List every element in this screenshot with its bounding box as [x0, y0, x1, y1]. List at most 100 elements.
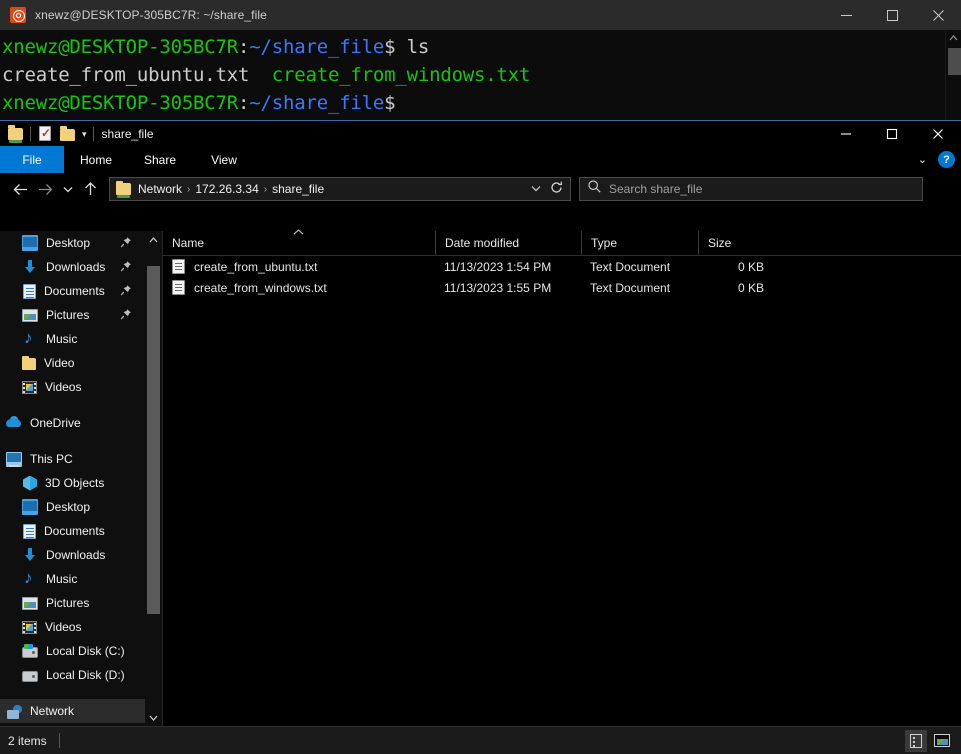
3d-objects-icon — [23, 475, 37, 491]
address-dropdown-chevron-icon[interactable] — [531, 183, 541, 195]
sidebar-item-pictures[interactable]: Pictures — [0, 591, 146, 615]
sidebar-scrollbar-track[interactable] — [145, 248, 162, 709]
sidebar-item-label: Music — [46, 332, 78, 346]
file-explorer-window: ▾ share_file FileHomeShareView ⌄ ? — [0, 120, 961, 754]
explorer-close-button[interactable] — [915, 121, 961, 146]
videos-icon — [22, 381, 37, 394]
column-header-type[interactable]: Type — [581, 231, 698, 255]
expand-ribbon-chevron-icon[interactable]: ⌄ — [918, 153, 927, 166]
explorer-maximize-button[interactable] — [869, 121, 915, 146]
sidebar-item-this-pc[interactable]: This PC — [0, 447, 146, 471]
sidebar-scroll-up-icon[interactable] — [145, 231, 162, 248]
terminal-output[interactable]: xnewz@DESKTOP-305BC7R:~/share_file$ ls cr… — [0, 30, 961, 120]
sidebar-item-videos[interactable]: Videos — [0, 375, 146, 399]
recent-locations-chevron-icon[interactable] — [58, 176, 78, 202]
table-row[interactable]: create_from_ubuntu.txt 11/13/2023 1:54 PM… — [163, 256, 961, 277]
back-button[interactable] — [8, 176, 33, 202]
sidebar-item-videos[interactable]: Videos — [0, 615, 146, 639]
sidebar-item-video[interactable]: Video — [0, 351, 146, 375]
terminal-scroll-thumb[interactable] — [948, 48, 961, 75]
large-icons-view-button[interactable] — [931, 730, 953, 752]
sidebar-item-downloads[interactable]: Downloads — [0, 255, 146, 279]
sidebar-item-local-disk-d[interactable]: Local Disk (D:) — [0, 663, 146, 687]
pin-icon[interactable] — [120, 260, 132, 275]
table-row[interactable]: create_from_windows.txt 11/13/2023 1:55 P… — [163, 277, 961, 298]
sidebar-item-label: Video — [44, 356, 75, 370]
cell-date: 11/13/2023 1:54 PM — [444, 259, 552, 274]
details-view-button[interactable] — [905, 729, 927, 752]
refresh-icon[interactable] — [550, 181, 563, 197]
column-header-label: Size — [708, 236, 732, 250]
documents-icon — [23, 283, 36, 299]
search-input[interactable]: Search share_file — [579, 177, 923, 201]
sidebar-group-spacer — [0, 687, 162, 699]
pin-icon[interactable] — [120, 308, 132, 323]
sidebar-group-spacer — [0, 435, 162, 447]
quick-access-divider-2 — [92, 126, 94, 141]
breadcrumb-item[interactable]: share_file — [268, 182, 328, 196]
tab-view[interactable]: View — [192, 146, 256, 173]
breadcrumb[interactable]: Network › 172.26.3.34 › share_file — [134, 182, 531, 196]
sidebar-item-desktop[interactable]: Desktop — [0, 495, 146, 519]
explorer-minimize-button[interactable] — [823, 121, 869, 146]
sidebar-item-documents[interactable]: Documents — [0, 279, 146, 303]
quick-access-divider-1 — [30, 126, 31, 141]
music-icon — [22, 568, 38, 588]
pin-icon[interactable] — [120, 236, 132, 251]
address-folder-icon — [116, 180, 132, 198]
column-header-name[interactable]: Name — [163, 229, 435, 255]
sidebar-item-3d-objects[interactable]: 3D Objects — [0, 471, 146, 495]
sidebar-item-music[interactable]: Music — [0, 327, 146, 351]
sidebar-item-documents[interactable]: Documents — [0, 519, 146, 543]
terminal-scrollbar[interactable] — [945, 30, 961, 120]
terminal-title-bar[interactable]: xnewz@DESKTOP-305BC7R: ~/share_file — [0, 0, 961, 30]
file-list-view[interactable]: Name Date modified Type Size create_from_ub… — [163, 229, 961, 726]
sidebar-item-downloads[interactable]: Downloads — [0, 543, 146, 567]
sidebar-item-pictures[interactable]: Pictures — [0, 303, 146, 327]
file-name-label: create_from_ubuntu.txt — [194, 259, 318, 274]
sidebar-item-label: Downloads — [46, 260, 106, 274]
sidebar-item-label: 3D Objects — [45, 476, 105, 490]
customize-chevron-icon[interactable]: ▾ — [82, 126, 87, 142]
forward-button[interactable] — [33, 176, 58, 202]
terminal-close-button[interactable] — [915, 0, 961, 30]
sidebar-item-network[interactable]: Network — [0, 699, 146, 723]
new-folder-icon[interactable] — [60, 126, 76, 142]
address-bar[interactable]: Network › 172.26.3.34 › share_file — [109, 177, 571, 201]
terminal-scroll-up-icon[interactable] — [946, 30, 961, 46]
breadcrumb-item[interactable]: 172.26.3.34 — [191, 182, 262, 196]
status-bar: 2 items — [0, 726, 961, 754]
sidebar-scroll-down-icon[interactable] — [145, 709, 162, 726]
system-disk-icon — [22, 644, 38, 658]
sidebar-item-desktop[interactable]: Desktop — [0, 231, 146, 255]
sidebar-item-onedrive[interactable]: OneDrive — [0, 411, 146, 435]
desktop-icon — [22, 499, 38, 515]
column-header-date[interactable]: Date modified — [435, 231, 581, 255]
ribbon-tab-bar: File Home Share View ⌄ ? — [0, 146, 961, 173]
tab-home[interactable]: Home — [64, 146, 128, 173]
column-header-size[interactable]: Size — [698, 231, 776, 255]
help-button[interactable]: ? — [938, 151, 955, 168]
tab-share[interactable]: Share — [128, 146, 192, 173]
up-button[interactable] — [78, 176, 103, 202]
pin-icon[interactable] — [120, 284, 132, 299]
explorer-window-title: share_file — [101, 126, 154, 141]
sort-ascending-icon — [293, 227, 304, 238]
sidebar-scroll-thumb[interactable] — [147, 266, 160, 614]
sidebar-item-label: Videos — [45, 620, 82, 634]
terminal-line: xnewz@DESKTOP-305BC7R:~/share_file$ — [2, 89, 961, 117]
tab-file[interactable]: File — [0, 146, 64, 173]
sidebar-item-music[interactable]: Music — [0, 567, 146, 591]
sidebar-item-label: This PC — [30, 452, 73, 466]
terminal-minimize-button[interactable] — [823, 0, 869, 30]
file-name-label: create_from_windows.txt — [194, 280, 327, 295]
terminal-maximize-button[interactable] — [869, 0, 915, 30]
cell-size: 0 KB — [737, 259, 764, 274]
network-folder-icon[interactable] — [8, 125, 24, 143]
text-document-icon — [172, 259, 185, 274]
sidebar-item-local-disk-c[interactable]: Local Disk (C:) — [0, 639, 146, 663]
breadcrumb-item[interactable]: Network — [134, 182, 186, 196]
navigation-pane: Desktop Downloads Documents Pictures Music Vi… — [0, 231, 163, 726]
properties-icon[interactable] — [37, 125, 53, 142]
explorer-title-bar[interactable]: ▾ share_file — [0, 121, 961, 146]
